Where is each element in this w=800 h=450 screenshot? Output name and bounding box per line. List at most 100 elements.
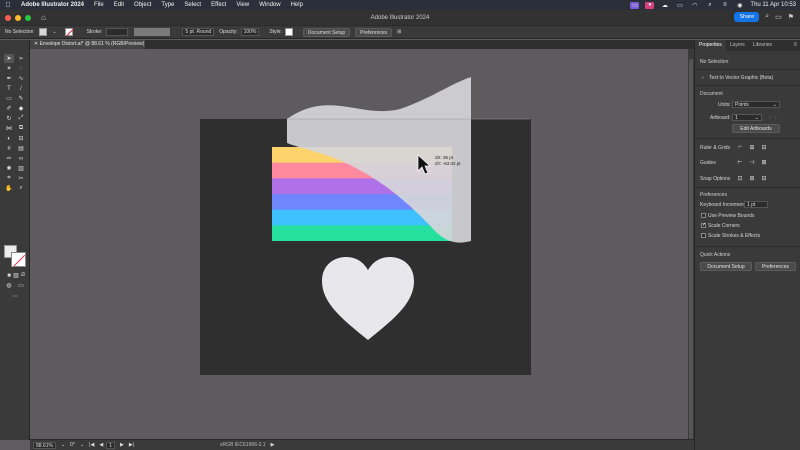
screen-mode-icon[interactable]: ▭ — [16, 281, 26, 290]
paintbrush-tool-icon[interactable]: ✎ — [16, 94, 26, 103]
rotate-tool-icon[interactable]: ↻ — [4, 114, 14, 123]
cloud-icon[interactable]: ☁ — [660, 2, 669, 9]
screen-record-icon[interactable]: ▭ — [630, 1, 640, 9]
menu-view[interactable]: View — [231, 2, 254, 8]
tab-layers[interactable]: Layers — [726, 40, 749, 51]
lasso-tool-icon[interactable]: ◌ — [16, 64, 26, 73]
zoom-dropdown-icon[interactable]: ⌄ — [61, 442, 65, 448]
share-button[interactable]: Share — [734, 12, 760, 22]
vertical-scroll-thumb[interactable] — [689, 59, 693, 439]
app-status-icon[interactable]: ● — [645, 1, 655, 9]
menubar-clock[interactable]: Thu 11 Apr 10:53 — [750, 2, 796, 8]
close-window-button[interactable] — [5, 14, 11, 21]
canvas-area[interactable]: dX: 36 pt dY: -63.02 pt — [30, 49, 688, 439]
scale-tool-icon[interactable]: ⤢ — [16, 114, 26, 123]
next-artboard-icon[interactable]: ▶ — [120, 442, 124, 448]
prev-artboard-icon[interactable]: ◀ — [99, 442, 103, 448]
stroke-weight-input[interactable] — [106, 28, 129, 36]
control-center-icon[interactable]: ≡ — [720, 2, 729, 9]
text-to-vector-item[interactable]: Text to Vector Graphic (Beta) — [709, 75, 773, 81]
artboard-select[interactable]: 1 ⌄ — [732, 114, 762, 121]
magic-wand-tool-icon[interactable]: ✶ — [4, 64, 14, 73]
grid-icon[interactable]: ⊞ — [748, 143, 756, 151]
variable-width-profile[interactable] — [134, 28, 171, 36]
zoom-tool-icon[interactable]: ⌕ — [16, 184, 26, 193]
document-setup-button[interactable]: Document Setup — [302, 27, 351, 37]
none-mode-icon[interactable]: ⧄ — [18, 271, 28, 280]
width-tool-icon[interactable]: ⋈ — [4, 124, 14, 133]
shape-builder-tool-icon[interactable]: ◐ — [4, 134, 14, 143]
column-graph-tool-icon[interactable]: ▥ — [16, 164, 26, 173]
snap-to-point-icon[interactable]: ⊡ — [736, 174, 744, 182]
symbol-sprayer-tool-icon[interactable]: ✺ — [4, 164, 14, 173]
rotation-dropdown-icon[interactable]: ⌄ — [80, 442, 84, 448]
graphic-style-swatch[interactable] — [284, 28, 293, 36]
artboard-number-input[interactable]: 1 — [106, 441, 115, 449]
fill-dropdown-icon[interactable]: ⌄ — [52, 29, 56, 35]
smart-guides-icon[interactable]: ⊠ — [760, 158, 768, 166]
menu-app-name[interactable]: Adobe Illustrator 2024 — [16, 2, 89, 8]
rectangle-tool-icon[interactable]: ▭ — [4, 94, 14, 103]
hand-tool-icon[interactable]: ✋ — [4, 184, 14, 193]
wifi-icon[interactable]: ◠ — [690, 2, 699, 9]
keyboard-increment-input[interactable]: 1 pt — [744, 201, 768, 208]
quick-document-setup-button[interactable]: Document Setup — [700, 262, 752, 271]
apple-icon[interactable]:  — [0, 2, 16, 9]
home-icon[interactable]: ⌂ — [41, 13, 46, 22]
menu-window[interactable]: Window — [254, 2, 285, 8]
gradient-tool-icon[interactable]: ▤ — [16, 144, 26, 153]
slice-tool-icon[interactable]: ✂ — [16, 174, 26, 183]
snap-to-pixel-icon[interactable]: ⊟ — [760, 174, 768, 182]
eraser-tool-icon[interactable]: ◆ — [16, 104, 26, 113]
mesh-tool-icon[interactable]: # — [4, 144, 14, 153]
pixel-grid-icon[interactable]: ⊟ — [760, 143, 768, 151]
brush-definition[interactable]: 5 pt. Round — [182, 28, 215, 36]
document-tab[interactable]: ✕ Envelope Distort.ai* @ 88.61 % (RGB/Pr… — [30, 40, 145, 49]
fill-stroke-swatches[interactable] — [4, 245, 26, 267]
perspective-grid-tool-icon[interactable]: ⊟ — [16, 134, 26, 143]
minimize-window-button[interactable] — [15, 14, 21, 21]
show-guides-icon[interactable]: ⊢ — [736, 158, 744, 166]
eyedropper-tool-icon[interactable]: ✑ — [4, 154, 14, 163]
ruler-icon[interactable]: ⌐ — [736, 143, 744, 151]
tab-properties[interactable]: Properties — [695, 40, 726, 51]
lock-guides-icon[interactable]: ⊣ — [748, 158, 756, 166]
shaper-tool-icon[interactable]: ✐ — [4, 104, 14, 113]
line-tool-icon[interactable]: / — [16, 84, 26, 93]
free-transform-tool-icon[interactable]: ⧉ — [16, 124, 26, 133]
direct-selection-tool-icon[interactable]: ➢ — [16, 54, 26, 63]
scale-strokes-checkbox[interactable] — [701, 233, 706, 238]
menu-file[interactable]: File — [89, 2, 109, 8]
first-artboard-icon[interactable]: |◀ — [89, 442, 94, 448]
artboard-tool-icon[interactable]: ⌗ — [4, 174, 14, 183]
battery-icon[interactable]: ▭ — [675, 2, 684, 9]
fill-swatch[interactable] — [39, 28, 48, 36]
menu-help[interactable]: Help — [286, 2, 308, 8]
status-arrow-icon[interactable]: ▶ — [271, 442, 275, 448]
artboard-prev-icon[interactable]: ‹ — [769, 115, 771, 121]
opacity-input[interactable]: 100% — [240, 28, 260, 36]
panel-menu-icon[interactable]: ≡ — [793, 42, 797, 48]
pen-tool-icon[interactable]: ✒ — [4, 74, 14, 83]
units-select[interactable]: Points ⌄ — [732, 101, 780, 108]
arrange-icon[interactable]: ⊞ — [397, 29, 401, 35]
artboard-next-icon[interactable]: › — [775, 115, 777, 121]
quick-preferences-button[interactable]: Preferences — [755, 262, 796, 271]
zoom-window-button[interactable] — [25, 14, 31, 21]
tab-libraries[interactable]: Libraries — [749, 40, 776, 51]
draw-mode-icon[interactable]: ◍ — [4, 281, 14, 290]
menu-edit[interactable]: Edit — [109, 2, 129, 8]
siri-icon[interactable]: ◉ — [735, 2, 744, 9]
edit-artboards-button[interactable]: Edit Artboards — [732, 124, 780, 133]
expand-chevron-icon[interactable]: › — [702, 75, 704, 81]
snap-to-grid-icon[interactable]: ⊞ — [748, 174, 756, 182]
search-icon[interactable]: ⌕ — [705, 2, 714, 9]
search-help-icon[interactable]: ⌕ — [765, 13, 769, 21]
last-artboard-icon[interactable]: ▶| — [129, 442, 134, 448]
arrange-documents-icon[interactable]: ⚑ — [788, 13, 794, 21]
menu-select[interactable]: Select — [179, 2, 206, 8]
stroke-color-swatch[interactable] — [11, 252, 26, 267]
scale-corners-checkbox[interactable]: ✓ — [701, 223, 706, 228]
workspace-switcher-icon[interactable]: ▭ — [775, 13, 782, 21]
preferences-button[interactable]: Preferences — [355, 27, 393, 37]
